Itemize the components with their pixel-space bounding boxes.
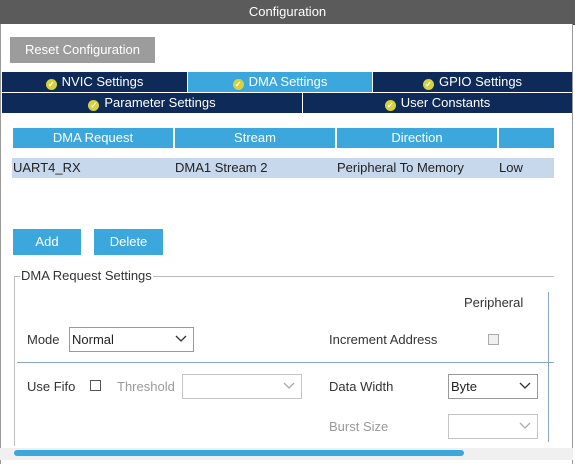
threshold-select[interactable] — [182, 374, 302, 399]
use-fifo-checkbox[interactable] — [90, 380, 101, 391]
chevron-down-icon — [175, 335, 187, 342]
cell-dma-request: UART4_RX — [12, 158, 174, 178]
window-title: Configuration — [248, 4, 327, 19]
data-width-select[interactable]: Byte — [448, 374, 538, 399]
chevron-down-icon — [519, 422, 531, 429]
group-title: DMA Request Settings — [20, 268, 153, 283]
reset-configuration-button[interactable]: Reset Configuration — [10, 37, 155, 63]
cell-stream: DMA1 Stream 2 — [174, 158, 336, 178]
data-width-label: Data Width — [329, 379, 394, 394]
tab-user-constants[interactable]: ✓ User Constants — [303, 93, 572, 113]
tab-label: Parameter Settings — [104, 95, 216, 110]
column-header-priority[interactable] — [499, 128, 554, 148]
tab-label: NVIC Settings — [61, 74, 144, 89]
column-header-direction[interactable]: Direction — [337, 128, 497, 148]
check-circle-icon: ✓ — [232, 79, 244, 90]
check-circle-icon: ✓ — [422, 79, 434, 90]
tab-dma-settings[interactable]: ✓ DMA Settings — [188, 72, 372, 92]
cell-direction: Peripheral To Memory — [336, 158, 498, 178]
horizontal-scrollbar-thumb[interactable] — [14, 450, 464, 456]
window-title-bar: Configuration — [0, 0, 575, 25]
settings-divider-horizontal — [17, 362, 554, 363]
delete-button[interactable]: Delete — [94, 229, 163, 255]
check-circle-icon: ✓ — [88, 100, 100, 111]
peripheral-increment-checkbox[interactable] — [488, 334, 499, 345]
burst-size-label: Burst Size — [329, 419, 389, 434]
add-button[interactable]: Add — [13, 229, 81, 255]
mode-label: Mode — [27, 332, 60, 347]
settings-divider-vertical — [548, 292, 549, 442]
cell-priority: Low — [498, 158, 554, 178]
increment-address-label: Increment Address — [329, 332, 438, 347]
peripheral-column-header: Peripheral — [464, 295, 524, 310]
tab-label: User Constants — [400, 95, 491, 110]
tab-label: DMA Settings — [248, 74, 328, 89]
check-circle-icon: ✓ — [45, 79, 57, 90]
use-fifo-label: Use Fifo — [27, 379, 76, 394]
tab-gpio-settings[interactable]: ✓ GPIO Settings — [373, 72, 572, 92]
data-width-value: Byte — [451, 379, 478, 394]
column-header-stream[interactable]: Stream — [175, 128, 335, 148]
check-circle-icon: ✓ — [384, 100, 396, 111]
burst-size-select[interactable] — [448, 414, 538, 439]
tab-parameter-settings[interactable]: ✓ Parameter Settings — [2, 93, 302, 113]
mode-value: Normal — [72, 332, 114, 347]
column-header-dma-request[interactable]: DMA Request — [13, 128, 173, 148]
tab-nvic-settings[interactable]: ✓ NVIC Settings — [2, 72, 187, 92]
threshold-label: Threshold — [117, 379, 175, 394]
tab-label: GPIO Settings — [438, 74, 523, 89]
chevron-down-icon — [519, 382, 531, 389]
chevron-down-icon — [283, 382, 295, 389]
mode-select[interactable]: Normal — [69, 327, 194, 352]
